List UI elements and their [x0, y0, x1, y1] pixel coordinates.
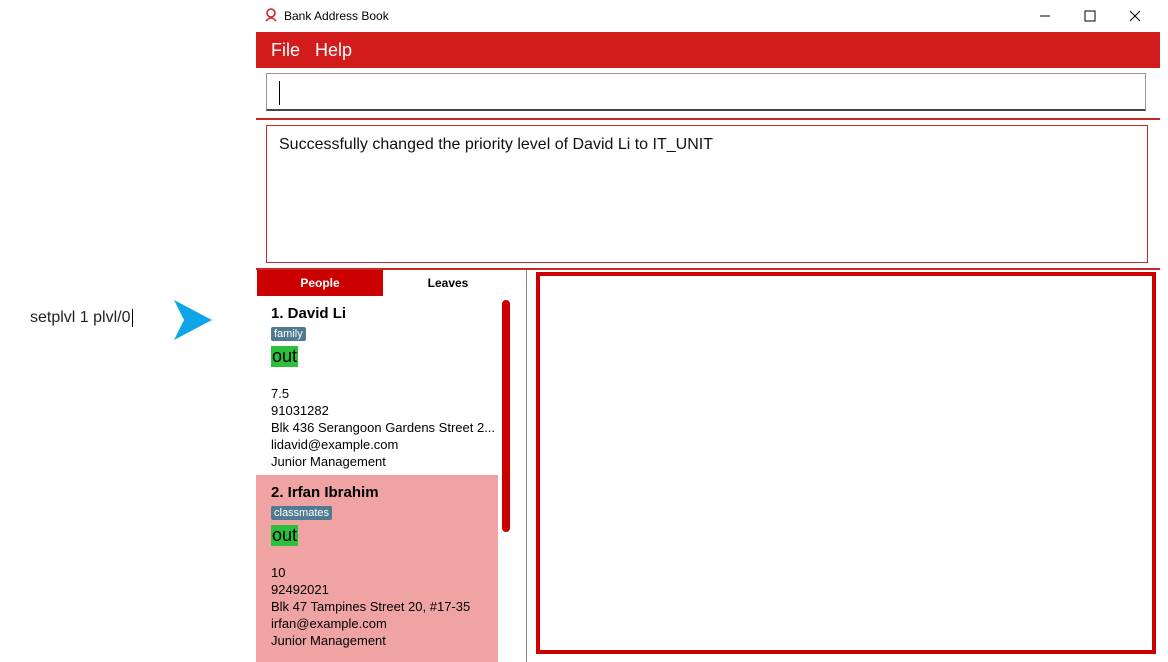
- detail-frame: [536, 272, 1156, 654]
- scrollbar-thumb[interactable]: [502, 300, 510, 532]
- maximize-button[interactable]: [1067, 0, 1113, 32]
- person-email: lidavid@example.com: [271, 437, 399, 452]
- status-badge: out: [271, 525, 299, 546]
- person-phone: 91031282: [271, 403, 329, 418]
- person-list-panel: People Leaves 1. David Li family out 7.5…: [256, 270, 526, 662]
- tag-badge: family: [271, 327, 306, 341]
- person-email: irfan@example.com: [271, 616, 387, 631]
- minimize-icon: [1040, 15, 1050, 17]
- title-bar: Bank Address Book: [256, 0, 1160, 32]
- person-salary: 10: [271, 565, 286, 580]
- maximize-icon: [1084, 10, 1096, 22]
- person-name: 1. David Li: [271, 305, 347, 322]
- app-window: Bank Address Book File Help Successfully…: [256, 0, 1160, 662]
- panel-divider[interactable]: [526, 270, 527, 662]
- annotation-caret: [131, 309, 133, 327]
- person-address: Blk 436 Serangoon Gardens Street 2...: [271, 420, 496, 435]
- divider: [256, 118, 1160, 120]
- menu-bar: File Help: [256, 32, 1160, 68]
- person-role: Junior Management: [271, 633, 386, 648]
- person-card[interactable]: 2. Irfan Ibrahim classmates out 10 92492…: [256, 475, 498, 662]
- tab-people[interactable]: People: [257, 270, 383, 296]
- person-address: Blk 47 Tampines Street 20, #17-35: [271, 599, 471, 614]
- status-badge: out: [271, 346, 299, 367]
- person-card[interactable]: 1. David Li family out 7.5 91031282 Blk …: [256, 296, 498, 475]
- close-icon: [1129, 10, 1141, 22]
- person-role: Junior Management: [271, 454, 386, 469]
- minimize-button[interactable]: [1022, 0, 1068, 32]
- result-display: Successfully changed the priority level …: [266, 125, 1148, 263]
- person-list: 1. David Li family out 7.5 91031282 Blk …: [256, 296, 498, 662]
- result-message: Successfully changed the priority level …: [279, 136, 713, 153]
- command-area: [256, 68, 1160, 118]
- app-logo-icon: [265, 8, 277, 22]
- close-button[interactable]: [1112, 0, 1158, 32]
- tag-badge: classmates: [271, 506, 333, 520]
- window-title: Bank Address Book: [284, 9, 389, 23]
- tab-leaves[interactable]: Leaves: [384, 270, 512, 296]
- menu-file[interactable]: File: [271, 40, 300, 61]
- person-salary: 7.5: [271, 386, 290, 401]
- menu-help[interactable]: Help: [315, 40, 352, 61]
- text-cursor: [279, 81, 280, 105]
- person-phone: 92492021: [271, 582, 329, 597]
- command-input[interactable]: [266, 73, 1146, 111]
- tab-bar: People Leaves: [256, 270, 526, 296]
- annotation-area: setplvl 1 plvl/0: [0, 0, 256, 662]
- detail-panel: [534, 270, 1160, 662]
- person-name: 2. Irfan Ibrahim: [271, 484, 379, 501]
- annotation-command-text: setplvl 1 plvl/0: [30, 309, 131, 327]
- annotation-command: setplvl 1 plvl/0: [30, 309, 133, 327]
- arrow-icon: [174, 300, 212, 340]
